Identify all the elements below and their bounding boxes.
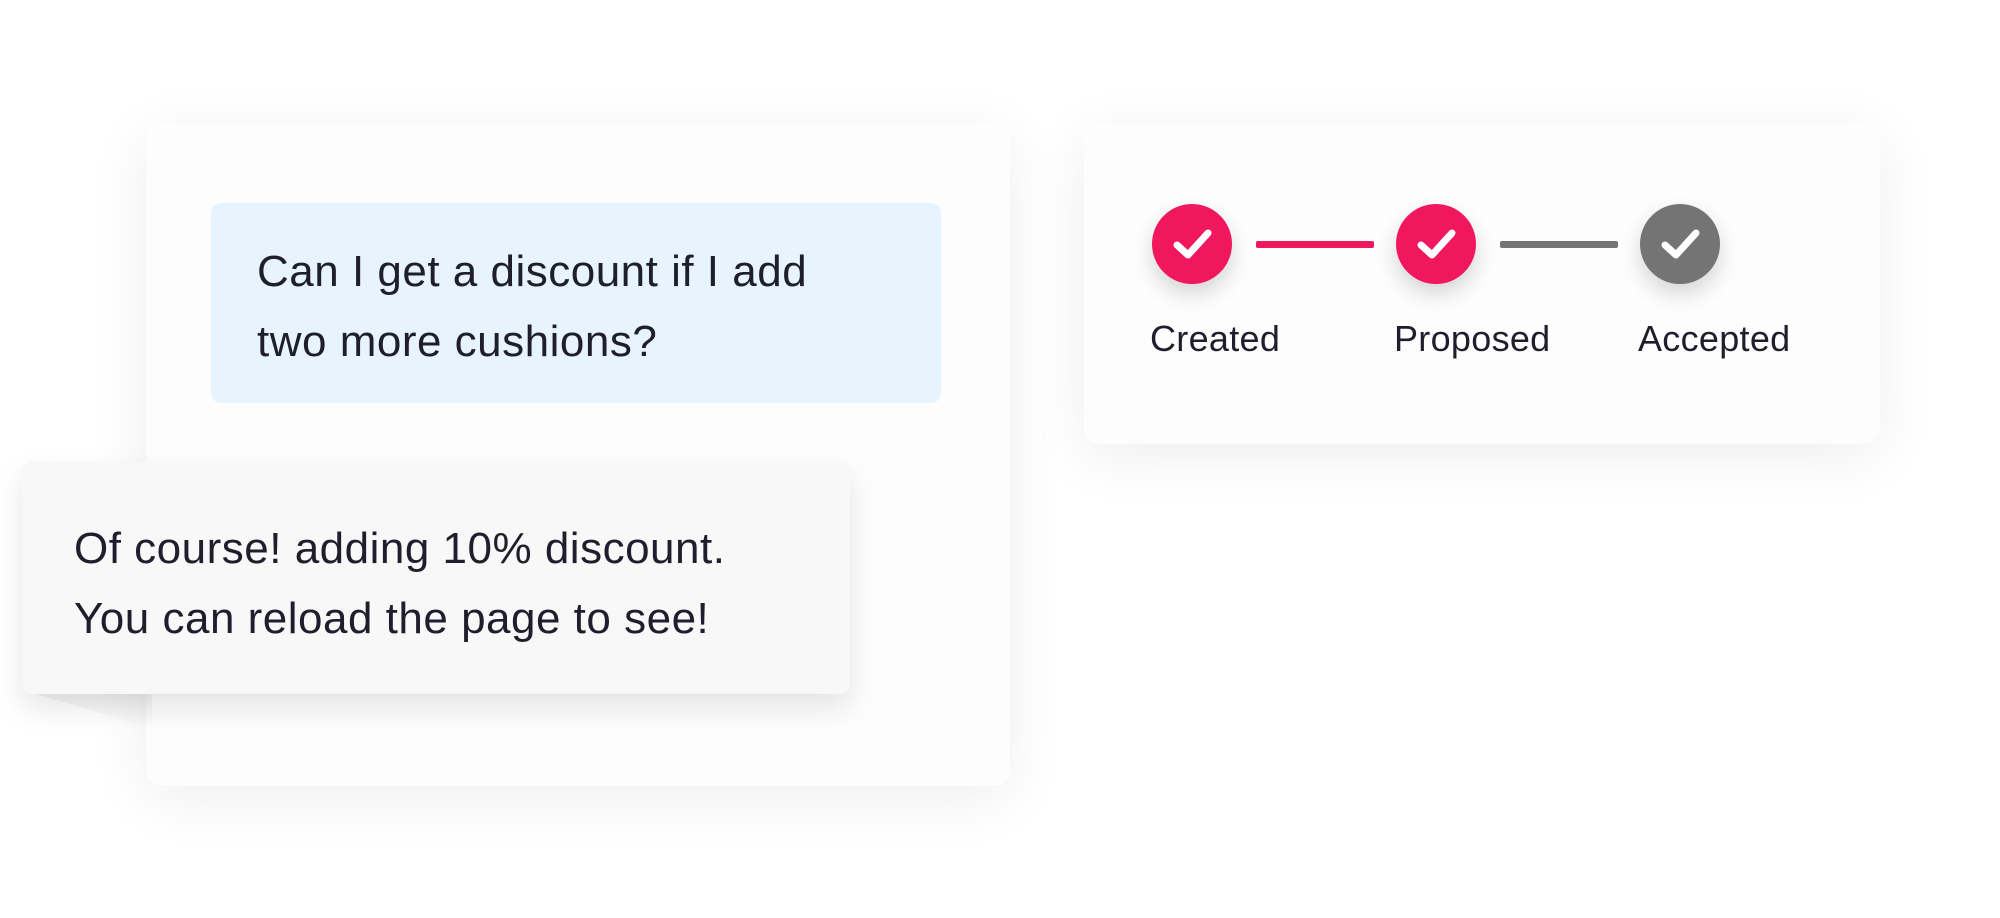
check-icon bbox=[1661, 229, 1700, 259]
step-label-accepted: Accepted bbox=[1638, 318, 1791, 359]
step-label-created: Created bbox=[1150, 318, 1281, 359]
step-proposed-circle bbox=[1396, 204, 1476, 284]
step-accepted-circle bbox=[1640, 204, 1720, 284]
check-icon bbox=[1417, 229, 1456, 259]
canvas: Can I get a discount if I add two more c… bbox=[0, 0, 2000, 918]
check-icon bbox=[1173, 229, 1212, 259]
step-created-circle bbox=[1152, 204, 1232, 284]
step-connector-proposed-accepted bbox=[1500, 241, 1618, 248]
status-tracker-card bbox=[1084, 124, 1880, 444]
user-message-line: two more cushions? bbox=[257, 317, 658, 366]
reply-message-line: You can reload the page to see! bbox=[74, 594, 710, 643]
step-connector-created-proposed bbox=[1256, 241, 1374, 248]
user-message-bubble: Can I get a discount if I add two more c… bbox=[211, 203, 941, 403]
user-message-line: Can I get a discount if I add bbox=[257, 247, 808, 296]
reply-message-line: Of course! adding 10% discount. bbox=[74, 524, 726, 573]
step-label-proposed: Proposed bbox=[1394, 318, 1551, 359]
reply-message-bubble: Of course! adding 10% discount. You can … bbox=[22, 462, 850, 694]
reply-bubble-shadow-tail bbox=[22, 690, 152, 728]
